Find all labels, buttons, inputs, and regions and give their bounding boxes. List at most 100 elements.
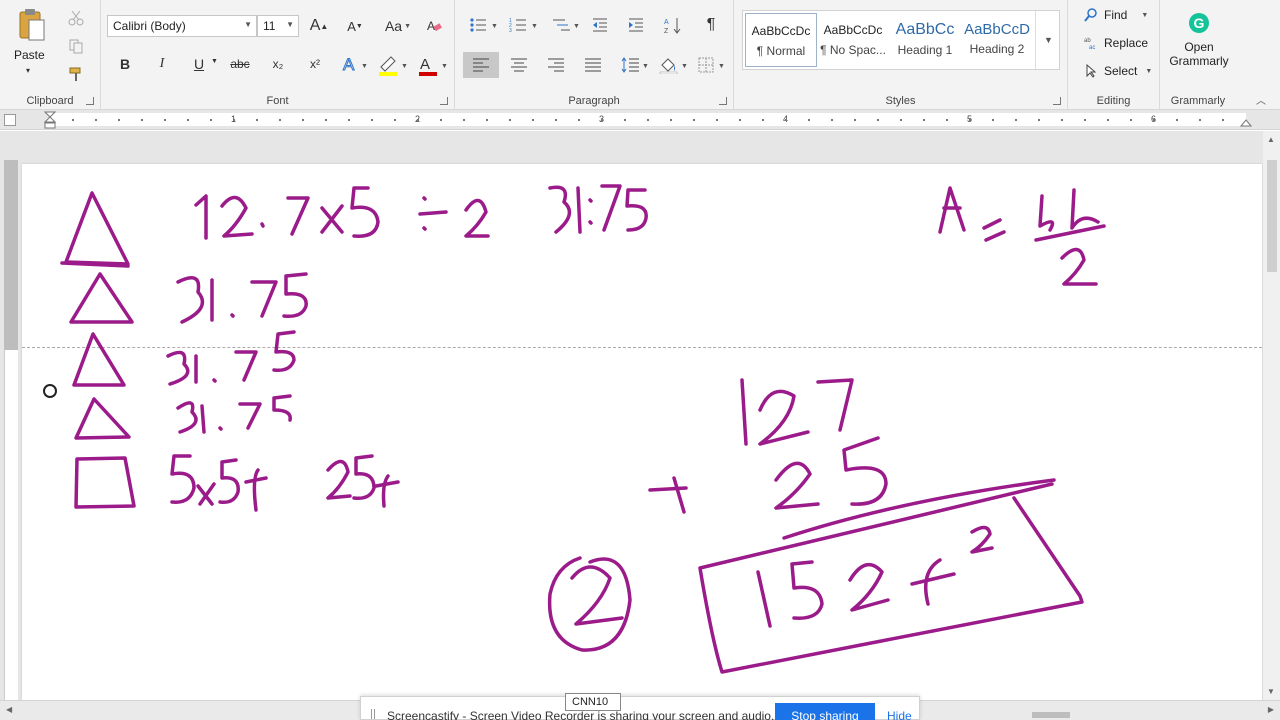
underline-dropdown[interactable]: ▼ bbox=[211, 58, 218, 65]
bullets-icon[interactable]: ▼ bbox=[469, 17, 499, 33]
font-color-icon[interactable]: A ▼ bbox=[417, 54, 449, 76]
clipboard-group: Paste ▾ Clipboard bbox=[0, 0, 101, 110]
italic-button[interactable]: I bbox=[148, 52, 176, 76]
scroll-down-icon[interactable]: ▼ bbox=[1267, 687, 1275, 696]
open-grammarly-button[interactable]: G Open Grammarly bbox=[1166, 10, 1232, 80]
cursor-icon bbox=[1086, 64, 1097, 78]
copy-icon[interactable] bbox=[68, 38, 84, 54]
ruler-tick bbox=[1038, 119, 1040, 121]
font-name-value: Calibri (Body) bbox=[113, 19, 186, 33]
cut-icon[interactable] bbox=[68, 10, 84, 26]
vertical-scroll-thumb[interactable] bbox=[1267, 160, 1277, 272]
show-formatting-marks-icon[interactable]: ¶ bbox=[697, 13, 725, 37]
clipboard-group-label: Clipboard bbox=[26, 95, 74, 107]
indent-marker-icon[interactable] bbox=[44, 111, 56, 130]
superscript-button[interactable]: x² bbox=[301, 52, 329, 76]
multilevel-list-icon[interactable]: ▼ bbox=[551, 17, 581, 33]
change-case-button[interactable]: Aa ▼ bbox=[381, 14, 415, 38]
ruler-tick bbox=[1015, 119, 1017, 121]
decrease-indent-icon[interactable] bbox=[591, 17, 609, 33]
font-name-select[interactable]: Calibri (Body) ▼ bbox=[107, 15, 257, 37]
underline-button[interactable]: U bbox=[185, 52, 213, 76]
ruler-tick bbox=[164, 119, 166, 121]
ruler-tick bbox=[900, 119, 902, 121]
horizontal-ruler[interactable]: 1 2 3 4 5 6 bbox=[0, 110, 1280, 130]
clear-formatting-icon[interactable]: A bbox=[426, 18, 442, 34]
scroll-left-icon[interactable]: ◀ bbox=[6, 705, 12, 714]
style-no-spacing[interactable]: AaBbCcDc ¶ No Spac... bbox=[817, 13, 889, 67]
right-indent-marker-icon[interactable] bbox=[1240, 116, 1252, 128]
clipboard-launcher-icon[interactable] bbox=[86, 97, 94, 105]
scroll-up-icon[interactable]: ▲ bbox=[1267, 135, 1275, 144]
strikethrough-button[interactable]: abc bbox=[226, 52, 254, 76]
sort-icon[interactable]: AZ bbox=[664, 16, 682, 34]
text-effects-icon[interactable]: A ▼ bbox=[341, 54, 371, 76]
highlight-icon[interactable]: ▼ bbox=[377, 54, 409, 76]
styles-more-button[interactable]: ▼ bbox=[1035, 11, 1059, 69]
subscript-button[interactable]: x₂ bbox=[264, 52, 292, 76]
collapse-ribbon-icon[interactable]: ︿ bbox=[1256, 92, 1266, 107]
drag-handle-icon[interactable] bbox=[371, 709, 375, 719]
tab-selector-icon[interactable] bbox=[4, 114, 16, 126]
style-heading-1[interactable]: AaBbCc Heading 1 bbox=[889, 13, 961, 67]
font-launcher-icon[interactable] bbox=[440, 97, 448, 105]
ruler-tick bbox=[233, 119, 235, 121]
select-label: Select bbox=[1104, 64, 1138, 78]
tab-tooltip: CNN10 bbox=[565, 693, 621, 711]
paste-icon[interactable] bbox=[18, 8, 46, 42]
find-button[interactable]: Find ▼ bbox=[1084, 8, 1148, 22]
ruler-tick bbox=[509, 119, 511, 121]
align-left-button[interactable] bbox=[463, 52, 499, 78]
font-group: Calibri (Body) ▼ 11 ▼ A ▲ A ▼ Aa ▼ A B I U … bbox=[101, 0, 455, 110]
chevron-down-icon: ▼ bbox=[1145, 67, 1153, 75]
paste-dropdown[interactable]: ▾ bbox=[26, 66, 30, 75]
shading-icon[interactable]: ▼ bbox=[659, 56, 689, 74]
select-button[interactable]: Select ▼ bbox=[1084, 64, 1152, 78]
borders-icon[interactable]: ▼ bbox=[697, 56, 727, 74]
shrink-font-button[interactable]: A ▼ bbox=[341, 14, 369, 38]
styles-group-label: Styles bbox=[885, 95, 916, 107]
ruler-tick bbox=[762, 119, 764, 121]
font-size-select[interactable]: 11 ▼ bbox=[257, 15, 299, 37]
increase-indent-icon[interactable] bbox=[627, 17, 645, 33]
screen-share-bar: Screencastify - Screen Video Recorder is… bbox=[360, 696, 920, 720]
style-heading-2[interactable]: AaBbCcD Heading 2 bbox=[961, 13, 1033, 67]
style-normal[interactable]: AaBbCcDc ¶ Normal bbox=[745, 13, 817, 67]
hide-button[interactable]: Hide bbox=[887, 709, 912, 720]
svg-text:▼: ▼ bbox=[491, 23, 498, 30]
styles-launcher-icon[interactable] bbox=[1053, 97, 1061, 105]
ruler-tick bbox=[946, 119, 948, 121]
stop-sharing-button[interactable]: Stop sharing bbox=[775, 703, 875, 720]
svg-text:G: G bbox=[1194, 15, 1205, 31]
svg-text:▼: ▼ bbox=[441, 63, 448, 70]
ruler-tick bbox=[923, 119, 925, 121]
svg-text:3: 3 bbox=[509, 28, 512, 33]
ruler-tick bbox=[739, 119, 741, 121]
ruler-tick bbox=[1199, 119, 1201, 121]
ruler-tick bbox=[72, 119, 74, 121]
grow-font-button[interactable]: A ▲ bbox=[305, 14, 333, 38]
ruler-tick bbox=[808, 119, 810, 121]
ruler-tick bbox=[1130, 119, 1132, 121]
ruler-tick bbox=[624, 119, 626, 121]
style-sample: AaBbCcDc bbox=[823, 23, 883, 37]
document-page[interactable] bbox=[22, 164, 1262, 700]
horizontal-scroll-thumb[interactable] bbox=[1032, 712, 1070, 718]
paste-button[interactable]: Paste bbox=[14, 48, 45, 62]
format-painter-icon[interactable] bbox=[68, 66, 84, 82]
line-spacing-icon[interactable]: ▼ bbox=[621, 56, 649, 74]
ruler-tick bbox=[210, 119, 212, 121]
find-label: Find bbox=[1104, 8, 1128, 22]
paragraph-launcher-icon[interactable] bbox=[719, 97, 727, 105]
bold-button[interactable]: B bbox=[111, 52, 139, 76]
editing-group-label: Editing bbox=[1096, 95, 1131, 107]
numbering-icon[interactable]: 123 ▼ bbox=[509, 17, 539, 33]
align-center-icon[interactable] bbox=[511, 58, 527, 72]
align-right-icon[interactable] bbox=[548, 58, 564, 72]
ruler-tick bbox=[992, 119, 994, 121]
scroll-right-icon[interactable]: ▶ bbox=[1268, 705, 1274, 714]
chevron-down-icon: ▼ bbox=[244, 20, 252, 29]
justify-icon[interactable] bbox=[585, 58, 601, 72]
replace-button[interactable]: ab ac Replace bbox=[1084, 36, 1148, 50]
ruler-tick bbox=[348, 119, 350, 121]
